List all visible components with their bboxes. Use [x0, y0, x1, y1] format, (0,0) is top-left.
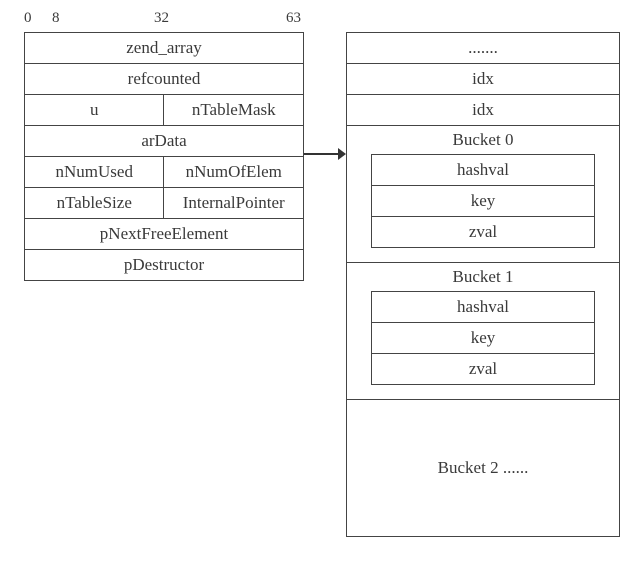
bucket-1-key: key [372, 323, 594, 354]
field-u: u [25, 95, 164, 126]
field-nnumused: nNumUsed [25, 157, 164, 188]
arrow-icon [304, 144, 346, 164]
bucket-0-inner: hashval key zval [371, 154, 594, 248]
field-pnextfreeelement: pNextFreeElement [25, 219, 304, 250]
bucket-0-label: Bucket 0 [453, 130, 514, 149]
field-pdestructor: pDestructor [25, 250, 304, 281]
idx-slot-2: idx [347, 95, 620, 126]
zend-array-struct: zend_array refcounted u nTableMask arDat… [24, 32, 304, 281]
bucket-0-zval: zval [372, 217, 594, 248]
tick-63: 63 [286, 10, 301, 27]
bucket-1-hashval: hashval [372, 292, 594, 323]
field-zend-array: zend_array [25, 33, 304, 64]
bit-ruler: 0 8 32 63 [24, 10, 304, 30]
field-ntablemask: nTableMask [164, 95, 304, 126]
bucket-1: Bucket 1 hashval key zval [347, 263, 620, 400]
bucket-0: Bucket 0 hashval key zval [347, 126, 620, 263]
idx-slot-1: idx [347, 64, 620, 95]
field-ardata: arData [25, 126, 304, 157]
field-refcounted: refcounted [25, 64, 304, 95]
field-nnumofelem: nNumOfElem [164, 157, 304, 188]
bucket-array: ....... idx idx Bucket 0 hashval key zva… [346, 32, 620, 537]
idx-dots: ....... [347, 33, 620, 64]
bucket-0-key: key [372, 186, 594, 217]
bucket-1-label: Bucket 1 [453, 267, 514, 286]
bucket-1-zval: zval [372, 354, 594, 385]
tick-0: 0 [24, 10, 32, 27]
bucket-1-inner: hashval key zval [371, 291, 594, 385]
bucket-2-label: Bucket 2 ...... [438, 458, 529, 477]
tick-32: 32 [154, 10, 169, 27]
bucket-0-hashval: hashval [372, 155, 594, 186]
field-internalpointer: InternalPointer [164, 188, 304, 219]
field-ntablesize: nTableSize [25, 188, 164, 219]
bucket-2: Bucket 2 ...... [347, 400, 620, 537]
tick-8: 8 [52, 10, 60, 27]
diagram-container: 0 8 32 63 zend_array refcounted u nTable… [10, 10, 630, 570]
